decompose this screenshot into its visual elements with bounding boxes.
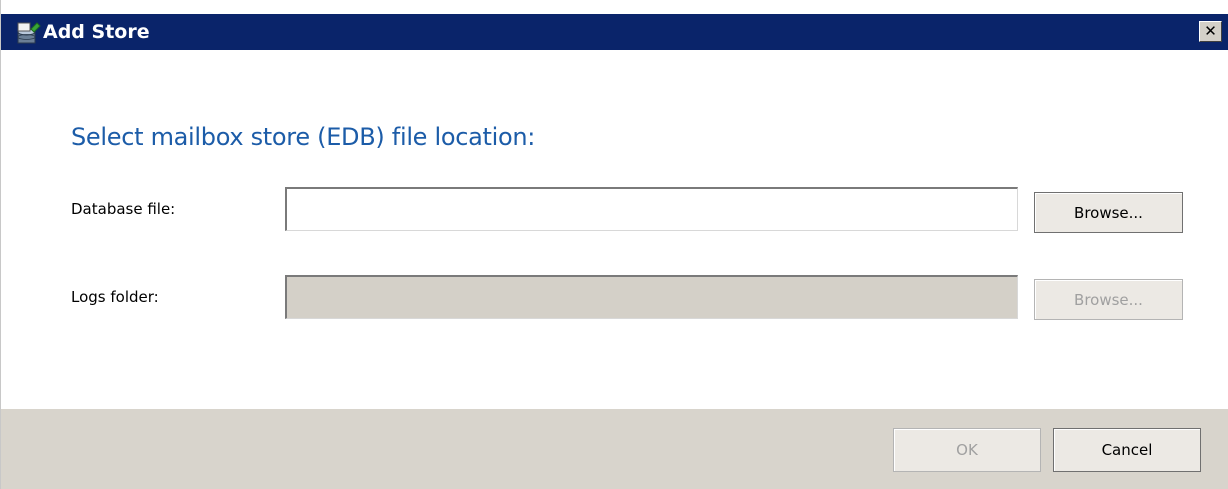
logs-folder-label: Logs folder: xyxy=(71,288,159,306)
dialog-footer xyxy=(1,409,1228,489)
mailbox-store-icon xyxy=(17,22,41,44)
cancel-button[interactable]: Cancel xyxy=(1053,428,1201,472)
logs-folder-input[interactable] xyxy=(285,275,1018,319)
window-title: Add Store xyxy=(43,21,150,43)
database-file-label: Database file: xyxy=(71,200,176,218)
ok-button[interactable]: OK xyxy=(893,428,1041,472)
browse-database-button[interactable]: Browse... xyxy=(1034,192,1183,233)
browse-logs-button[interactable]: Browse... xyxy=(1034,279,1183,320)
title-bar[interactable]: Add Store ✕ xyxy=(1,14,1228,50)
section-heading: Select mailbox store (EDB) file location… xyxy=(71,123,536,151)
database-file-input[interactable] xyxy=(285,187,1018,231)
add-store-dialog: Add Store ✕ Select mailbox store (EDB) f… xyxy=(0,0,1228,489)
close-icon: ✕ xyxy=(1204,22,1217,40)
close-button[interactable]: ✕ xyxy=(1199,21,1222,42)
